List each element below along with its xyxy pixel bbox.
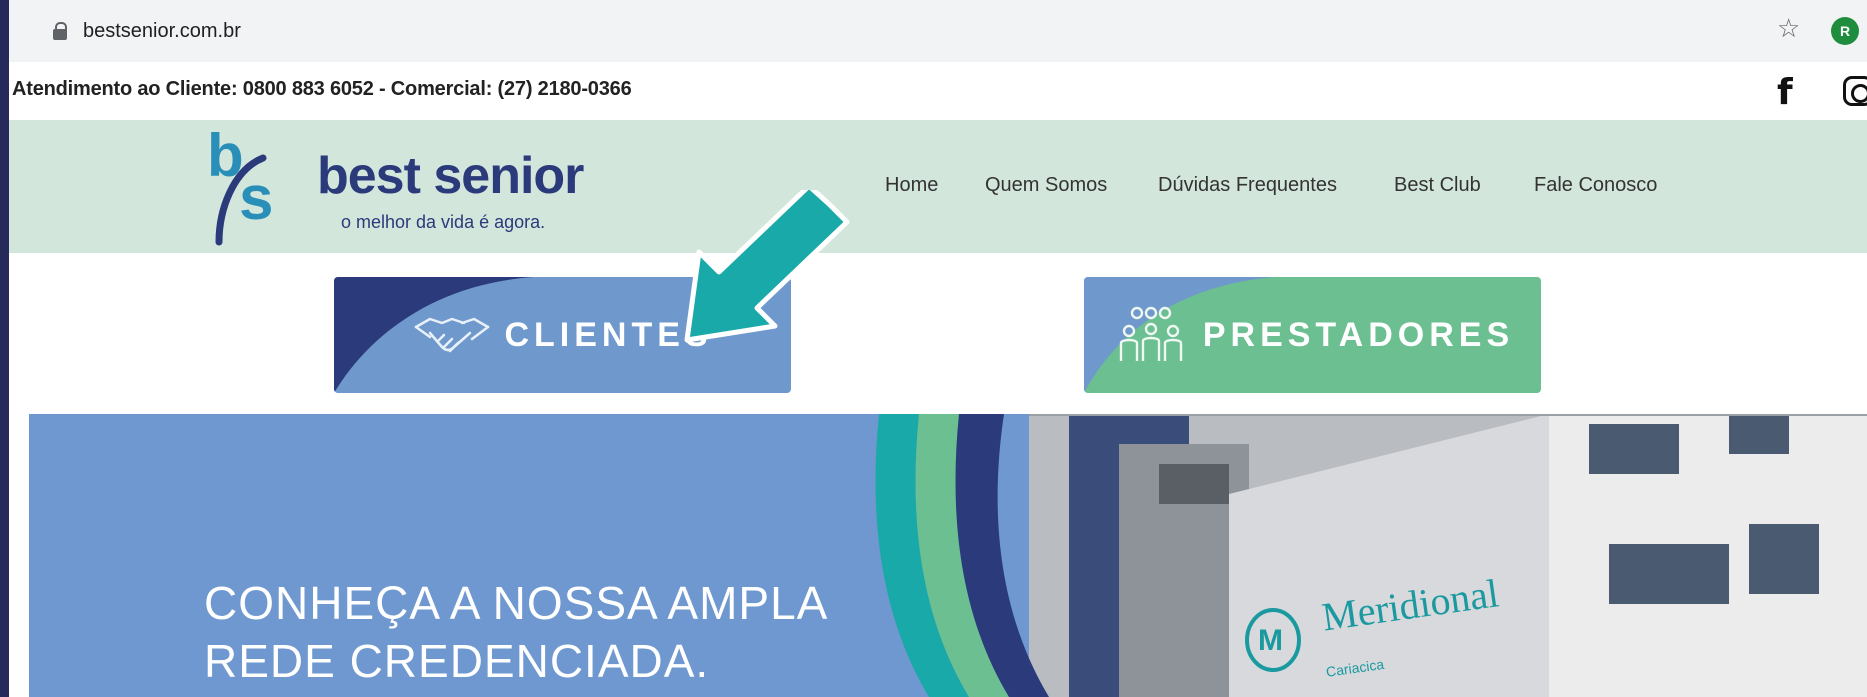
browser-window: bestsenior.com.br ☆ R Atendimento ao Cli… [9, 0, 1867, 697]
star-icon[interactable]: ☆ [1777, 14, 1800, 44]
nav-quem-somos[interactable]: Quem Somos [985, 174, 1107, 197]
hero-banner[interactable]: M Meridional Cariacica CONHEÇA A NOSSA A… [29, 414, 1867, 697]
prestadores-button[interactable]: PRESTADORES [1084, 277, 1541, 393]
building-illustration [1029, 414, 1867, 697]
logo-letter-s: s [239, 164, 274, 233]
contact-bar: Atendimento ao Cliente: 0800 883 6052 - … [9, 62, 1867, 120]
omnibox[interactable]: bestsenior.com.br [23, 10, 1783, 52]
banner-headline: CONHEÇA A NOSSA AMPLA REDE CREDENCIADA. [204, 574, 828, 690]
banner-headline-line-1: CONHEÇA A NOSSA AMPLA [204, 577, 829, 629]
nav-fale-conosco[interactable]: Fale Conosco [1534, 174, 1657, 197]
nav-best-club[interactable]: Best Club [1394, 174, 1481, 197]
instagram-icon[interactable] [1843, 76, 1867, 106]
prestadores-label: PRESTADORES [1202, 315, 1515, 354]
building-photo: M Meridional Cariacica [1029, 414, 1867, 697]
address-bar: bestsenior.com.br ☆ R [9, 0, 1867, 63]
people-group-icon [1119, 306, 1183, 361]
banner-stripes [875, 414, 1049, 697]
nav-duvidas-frequentes[interactable]: Dúvidas Frequentes [1158, 174, 1337, 197]
banner-headline-line-2: REDE CREDENCIADA. [204, 635, 710, 687]
pointer-arrow-icon [684, 190, 850, 343]
lock-icon [53, 22, 67, 40]
facebook-icon[interactable]: f [1777, 72, 1793, 113]
logo-tagline: o melhor da vida é agora. [341, 212, 546, 232]
meridional-logo-letter: M [1258, 624, 1283, 657]
site-header: b s best senior o melhor da vida é agora… [9, 120, 1867, 253]
profile-avatar[interactable]: R [1831, 17, 1859, 45]
url-text[interactable]: bestsenior.com.br [83, 20, 241, 43]
logo-name: best senior [317, 147, 584, 205]
handshake-icon [415, 317, 490, 353]
nav-home[interactable]: Home [885, 174, 938, 197]
contact-info: Atendimento ao Cliente: 0800 883 6052 - … [12, 78, 632, 100]
